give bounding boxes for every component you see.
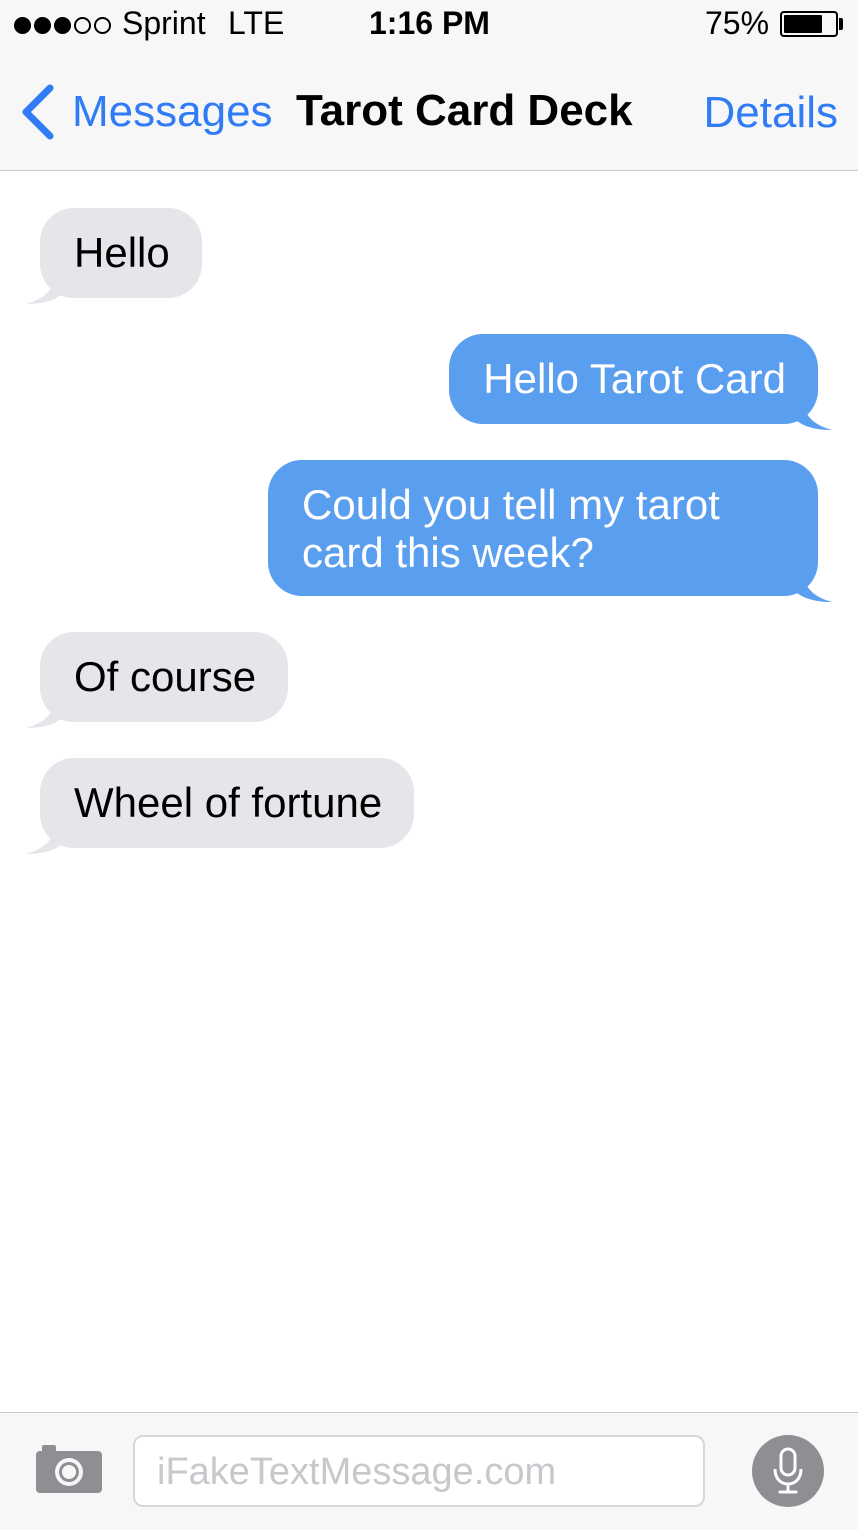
- microphone-icon: [773, 1447, 803, 1494]
- chevron-left-icon: [22, 84, 54, 140]
- message-input-placeholder: iFakeTextMessage.com: [157, 1451, 557, 1493]
- signal-dot: [94, 16, 111, 34]
- incoming-message: Hello: [26, 208, 202, 304]
- message-input-field[interactable]: iFakeTextMessage.com: [133, 1435, 705, 1507]
- incoming-message: Wheel of fortune: [26, 758, 415, 854]
- battery-fill: [784, 15, 822, 33]
- navigation-bar: Messages Tarot Card Deck Details: [0, 60, 858, 170]
- network-type: LTE: [228, 5, 285, 41]
- outgoing-message: Could you tell my tarot card this week?: [268, 460, 832, 602]
- message-text: Hello Tarot Card: [483, 355, 786, 402]
- details-button[interactable]: Details: [704, 88, 839, 138]
- message-text: Could you tell my tarot card this week?: [302, 481, 720, 576]
- carrier-name: Sprint: [122, 5, 206, 41]
- back-button[interactable]: Messages: [18, 82, 273, 142]
- signal-dot: [54, 16, 71, 34]
- message-text: Of course: [74, 653, 257, 700]
- battery-tip: [839, 18, 843, 30]
- microphone-button[interactable]: [752, 1435, 824, 1507]
- signal-dot: [74, 16, 91, 34]
- message-text: Wheel of fortune: [74, 779, 383, 826]
- messages-screen: Sprint LTE 1:16 PM 75% Messages Tarot Ca…: [0, 0, 858, 1530]
- camera-icon[interactable]: [34, 1441, 104, 1495]
- message-input-bar: iFakeTextMessage.com: [0, 1412, 858, 1530]
- conversation-title: Tarot Card Deck: [296, 86, 633, 135]
- top-bar: Sprint LTE 1:16 PM 75% Messages Tarot Ca…: [0, 0, 858, 171]
- status-time: 1:16 PM: [369, 5, 490, 41]
- status-bar: Sprint LTE 1:16 PM 75%: [0, 0, 858, 52]
- message-thread: Hello Hello Tarot Card Could you tell my…: [0, 172, 858, 1412]
- bubble-tail: [26, 818, 66, 854]
- outgoing-message: Hello Tarot Card: [449, 334, 832, 430]
- message-text: Hello: [74, 229, 170, 276]
- signal-dot: [14, 16, 31, 34]
- bubble-tail: [26, 268, 66, 304]
- bubble-tail: [792, 394, 832, 430]
- signal-dot: [34, 16, 51, 34]
- back-button-label: Messages: [72, 87, 273, 136]
- signal-strength-icon: [14, 10, 114, 40]
- battery-icon: [780, 11, 838, 37]
- incoming-message: Of course: [26, 632, 289, 728]
- bubble-tail: [26, 692, 66, 728]
- bubble-tail: [792, 566, 832, 602]
- battery-percentage: 75%: [705, 5, 770, 41]
